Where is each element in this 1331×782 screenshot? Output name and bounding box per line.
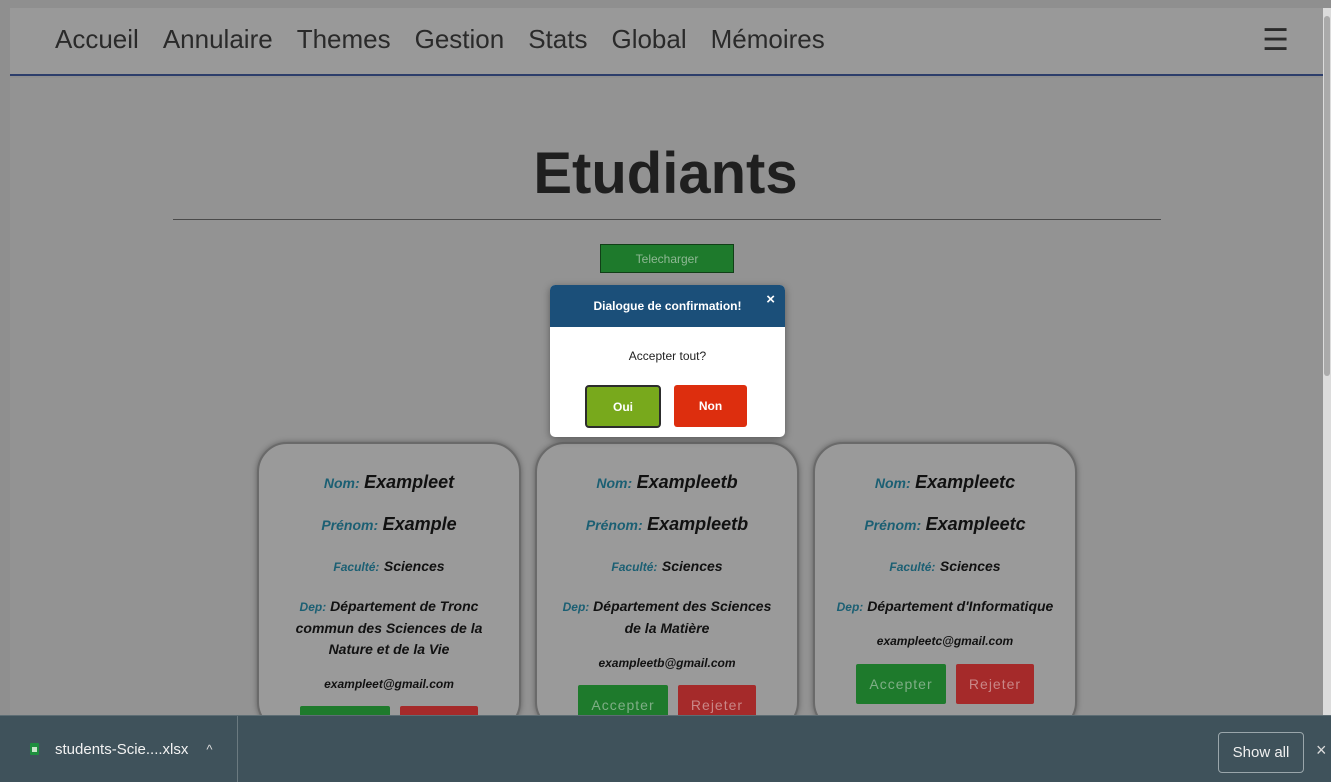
page-title: Etudiants <box>533 141 798 206</box>
confirm-no-button[interactable]: Non <box>674 385 747 427</box>
reject-button[interactable]: Rejeter <box>956 664 1034 704</box>
prenom-label: Prénom: <box>321 517 379 533</box>
nav-link-memoires[interactable]: Mémoires <box>711 22 825 56</box>
prenom-value: Example <box>382 514 457 534</box>
prenom-value: Exampleetc <box>925 514 1026 534</box>
nav-link-themes[interactable]: Themes <box>297 22 391 56</box>
faculte-value: Sciences <box>661 558 723 574</box>
email-value: exampleetb@gmail.com <box>598 656 736 670</box>
card-faculte-row: Faculté: Sciences <box>275 558 503 576</box>
card-faculte-row: Faculté: Sciences <box>553 558 781 576</box>
student-card: Nom: Exampleet Prénom: Example Faculté: … <box>257 442 521 746</box>
dialog-title: Dialogue de confirmation! <box>593 299 742 313</box>
hamburger-menu-icon[interactable]: ☰ <box>1262 26 1289 56</box>
spreadsheet-file-icon <box>30 743 39 755</box>
show-all-button[interactable]: Show all <box>1218 732 1304 773</box>
faculte-label: Faculté: <box>889 560 936 574</box>
close-icon[interactable]: × <box>766 291 775 308</box>
card-dep-row: Dep: Département des Sciences de la Mati… <box>555 596 779 639</box>
card-dep-row: Dep: Département de Tronc commun des Sci… <box>281 596 497 660</box>
downloads-bar: students-Scie....xlsx ^ Show all × <box>0 715 1331 782</box>
dep-label: Dep: <box>836 600 864 614</box>
card-dep-row: Dep: Département d'Informatique <box>819 596 1071 618</box>
student-card: Nom: Exampleetb Prénom: Exampleetb Facul… <box>535 442 799 732</box>
download-file-name: students-Scie....xlsx <box>55 740 189 758</box>
dep-label: Dep: <box>299 600 327 614</box>
card-nom-row: Nom: Exampleet <box>275 472 503 493</box>
nav-link-gestion[interactable]: Gestion <box>415 22 505 56</box>
email-value: exampleetc@gmail.com <box>876 634 1014 648</box>
prenom-label: Prénom: <box>864 517 922 533</box>
nom-label: Nom: <box>323 475 360 491</box>
nav-link-stats[interactable]: Stats <box>528 22 587 56</box>
nav-link-annulaire[interactable]: Annulaire <box>163 22 273 56</box>
download-item[interactable]: students-Scie....xlsx ^ <box>0 716 238 782</box>
email-value: exampleet@gmail.com <box>324 677 454 691</box>
faculte-value: Sciences <box>939 558 1001 574</box>
nom-value: Exampleetc <box>915 472 1016 492</box>
dialog-message: Accepter tout? <box>628 349 707 363</box>
nav-link-global[interactable]: Global <box>611 22 686 56</box>
prenom-label: Prénom: <box>585 517 643 533</box>
chevron-up-icon[interactable]: ^ <box>206 742 212 757</box>
card-faculte-row: Faculté: Sciences <box>831 558 1059 576</box>
faculte-value: Sciences <box>383 558 445 574</box>
nav-link-accueil[interactable]: Accueil <box>55 22 139 56</box>
prenom-value: Exampleetb <box>647 514 749 534</box>
nom-label: Nom: <box>874 475 911 491</box>
nom-value: Exampleet <box>364 472 455 492</box>
close-icon[interactable]: × <box>1316 740 1327 761</box>
faculte-label: Faculté: <box>611 560 658 574</box>
vertical-scrollbar[interactable] <box>1323 8 1331 718</box>
dep-label: Dep: <box>562 600 590 614</box>
card-prenom-row: Prénom: Example <box>275 514 503 535</box>
nom-label: Nom: <box>596 475 633 491</box>
card-prenom-row: Prénom: Exampleetb <box>553 514 781 535</box>
dep-value: Département des Sciences de la Matière <box>593 598 772 636</box>
card-nom-row: Nom: Exampleetc <box>831 472 1059 493</box>
download-button[interactable]: Telecharger <box>600 244 734 273</box>
accept-button[interactable]: Accepter <box>856 664 946 704</box>
title-divider <box>173 219 1161 220</box>
faculte-label: Faculté: <box>333 560 380 574</box>
confirmation-dialog: Dialogue de confirmation! × Accepter tou… <box>550 285 785 437</box>
dialog-header: Dialogue de confirmation! × <box>550 285 785 327</box>
nom-value: Exampleetb <box>636 472 738 492</box>
top-navbar: Accueil Annulaire Themes Gestion Stats G… <box>10 8 1323 76</box>
student-card: Nom: Exampleetc Prénom: Exampleetc Facul… <box>813 442 1077 732</box>
card-nom-row: Nom: Exampleetb <box>553 472 781 493</box>
confirm-yes-button[interactable]: Oui <box>585 385 661 428</box>
dep-value: Département d'Informatique <box>867 598 1054 614</box>
card-prenom-row: Prénom: Exampleetc <box>831 514 1059 535</box>
